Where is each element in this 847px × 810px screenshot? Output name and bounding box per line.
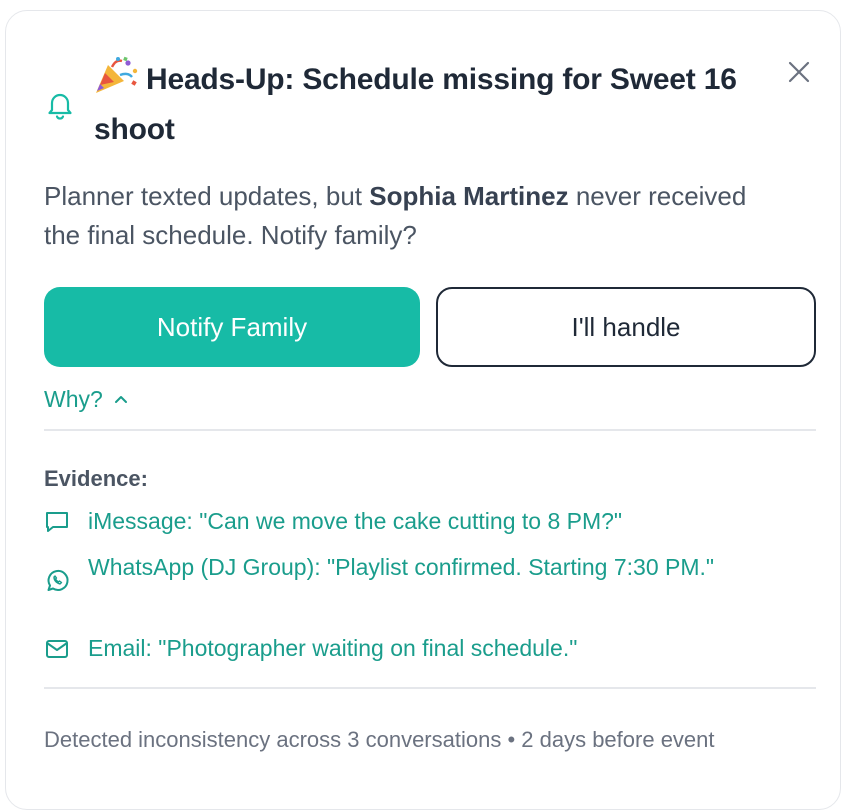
why-toggle[interactable]: Why? [44,381,129,417]
person-name: Sophia Martinez [369,181,569,211]
evidence-text: iMessage: "Can we move the cake cutting … [88,508,623,534]
party-popper-icon [96,56,138,93]
detection-summary: Detected inconsistency across 3 conversa… [44,727,715,752]
bell-icon [48,93,72,120]
why-label: Why? [44,385,103,412]
divider [44,687,816,689]
notification-card: Heads-Up: Schedule missing for Sweet 16 … [5,10,841,810]
message-bubble-icon [46,512,68,532]
notification-title: Heads-Up: Schedule missing for Sweet 16 … [94,55,774,155]
ill-handle-label: I'll handle [571,311,681,342]
chevron-up-icon [114,396,127,403]
evidence-text: Email: "Photographer waiting on final sc… [88,635,578,661]
body-prefix: Planner texted updates, but [44,181,370,211]
evidence-heading: Evidence: [44,466,148,491]
notify-family-button[interactable]: Notify Family [44,287,420,367]
evidence-item-email: Email: "Photographer waiting on final sc… [44,633,748,663]
notification-body: Planner texted updates, but Sophia Marti… [44,177,764,255]
divider [44,429,816,431]
ill-handle-button[interactable]: I'll handle [436,287,816,367]
close-icon[interactable] [786,59,812,85]
whatsapp-icon [47,569,69,591]
title-text: Heads-Up: Schedule missing for Sweet 16 … [94,63,737,146]
mail-icon [46,640,68,658]
evidence-text: WhatsApp (DJ Group): "Playlist confirmed… [88,554,715,580]
evidence-item-whatsapp: WhatsApp (DJ Group): "Playlist confirmed… [44,552,748,594]
notify-family-label: Notify Family [156,311,308,342]
evidence-item-imessage: iMessage: "Can we move the cake cutting … [44,506,748,536]
